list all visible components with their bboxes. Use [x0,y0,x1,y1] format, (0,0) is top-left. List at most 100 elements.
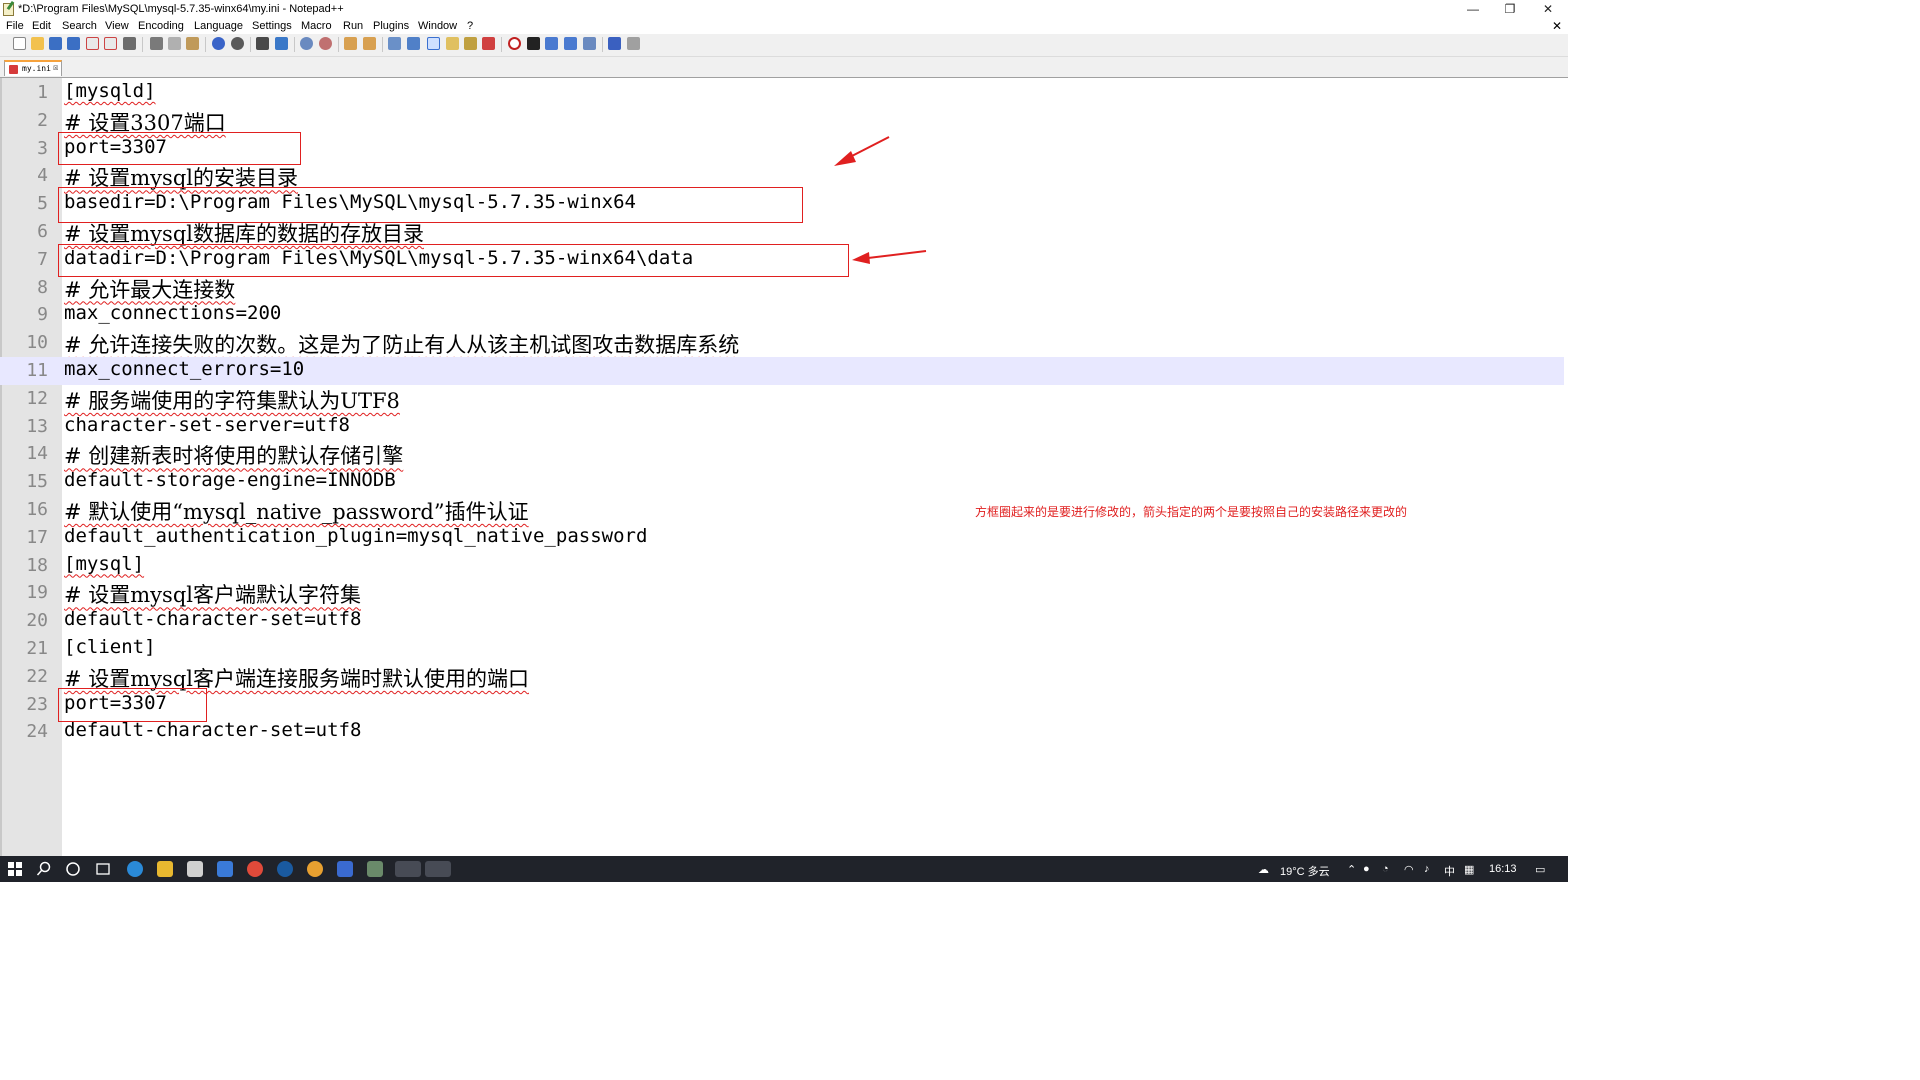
sync-horizontal-icon[interactable] [363,37,376,50]
config-text[interactable]: character-set-server=utf8 [64,414,350,436]
menu-run[interactable]: Run [343,20,363,32]
chrome-2-icon[interactable] [307,861,323,877]
store-icon[interactable] [187,861,203,877]
ime-indicator[interactable]: 中 [1444,863,1455,879]
open-file-icon[interactable] [31,37,44,50]
comment-text[interactable]: # 设置mysql客户端默认字符集 [64,579,361,609]
document-map-icon[interactable] [464,37,477,50]
code-line[interactable]: 2 # 设置3307端口 [0,107,1564,135]
comment-text[interactable]: # 允许最大连接数 [64,274,235,304]
menu-file[interactable]: File [6,20,24,32]
app-icon[interactable] [337,861,353,877]
menu-edit[interactable]: Edit [32,20,51,32]
sync-vertical-icon[interactable] [344,37,357,50]
replace-icon[interactable] [275,37,288,50]
config-text[interactable]: [mysql] [64,553,144,575]
menu-help[interactable]: ? [467,20,473,32]
restore-button[interactable]: ❐ [1492,0,1528,19]
code-line[interactable]: 13 character-set-server=utf8 [0,413,1564,441]
code-line[interactable]: 17 default_authentication_plugin=mysql_na… [0,524,1564,552]
find-icon[interactable] [256,37,269,50]
wifi-icon[interactable]: ◔ [1382,863,1389,875]
save-macro-icon[interactable] [583,37,596,50]
code-line[interactable]: 10 # 允许连接失败的次数。这是为了防止有人从该主机试图攻击数据库系统 [0,329,1564,357]
config-text[interactable]: default-character-set=utf8 [64,608,361,630]
comment-text[interactable]: # 允许连接失败的次数。这是为了防止有人从该主机试图攻击数据库系统 [64,329,739,359]
code-line[interactable]: 1 [mysqld] [0,79,1564,107]
playback-macro-icon[interactable] [545,37,558,50]
print-icon[interactable] [123,37,136,50]
new-file-icon[interactable] [13,37,26,50]
paste-icon[interactable] [186,37,199,50]
menu-macro[interactable]: Macro [301,20,332,32]
image-app-icon[interactable] [395,861,421,877]
copy-icon[interactable] [168,37,181,50]
file-explorer-icon[interactable] [157,861,173,877]
function-list-icon[interactable] [482,37,495,50]
keyboard-icon[interactable]: ▦ [1464,863,1474,876]
config-text[interactable]: [mysqld] [64,80,156,102]
chrome-icon[interactable] [247,861,263,877]
zoom-out-icon[interactable] [319,37,332,50]
config-text[interactable]: [client] [64,636,156,658]
minimize-button[interactable]: — [1455,0,1491,19]
config-text[interactable]: max_connections=200 [64,302,281,324]
steam-icon[interactable] [277,861,293,877]
code-line[interactable]: 12 # 服务端使用的字符集默认为UTF8 [0,385,1564,413]
save-all-icon[interactable] [67,37,80,50]
weather-text[interactable]: 19°C 多云 [1280,863,1330,879]
clock[interactable]: 16:13 [1489,863,1517,875]
menu-settings[interactable]: Settings [252,20,292,32]
mail-icon[interactable] [217,861,233,877]
code-line[interactable]: 21 [client] [0,635,1564,663]
word-wrap-icon[interactable] [388,37,401,50]
config-text[interactable]: default_authentication_plugin=mysql_nati… [64,525,647,547]
windows-start-icon[interactable] [7,861,23,877]
menu-search[interactable]: Search [62,20,97,32]
tab-my-ini[interactable]: my.ini ☒ [4,60,62,76]
record-macro-icon[interactable] [508,37,521,50]
notifications-icon[interactable]: ▭ [1535,863,1545,876]
cortana-icon[interactable] [65,861,81,877]
volume-icon[interactable]: ♪ [1424,863,1430,875]
code-line[interactable]: 24 default-character-set=utf8 [0,718,1564,746]
stop-recording-icon[interactable] [527,37,540,50]
spell-check-icon[interactable] [608,37,621,50]
cut-icon[interactable] [150,37,163,50]
config-text[interactable]: default-character-set=utf8 [64,719,361,741]
menu-view[interactable]: View [105,20,129,32]
comment-text[interactable]: # 默认使用“mysql_native_password”插件认证 [64,496,529,526]
comment-text[interactable]: # 创建新表时将使用的默认存储引擎 [64,440,403,470]
code-line[interactable]: 23 port=3307 [0,691,1564,719]
code-line[interactable]: 18 [mysql] [0,552,1564,580]
indent-guide-icon[interactable] [427,37,440,50]
code-line[interactable]: 14 # 创建新表时将使用的默认存储引擎 [0,440,1564,468]
qq-icon[interactable]: ● [1363,863,1370,875]
save-icon[interactable] [49,37,62,50]
close-all-icon[interactable] [104,37,117,50]
search-icon[interactable] [36,861,52,877]
close-document-icon[interactable]: ✕ [1552,19,1562,33]
edge-browser-icon[interactable] [127,861,143,877]
close-button[interactable]: ✕ [1530,0,1566,19]
spell-check-settings-icon[interactable] [627,37,640,50]
code-line[interactable]: 20 default-character-set=utf8 [0,607,1564,635]
code-line[interactable]: 11 max_connect_errors=10 [0,357,1564,385]
virtual-machine-icon[interactable] [367,861,383,877]
code-line[interactable]: 22 # 设置mysql客户端连接服务端时默认使用的端口 [0,663,1564,691]
zoom-in-icon[interactable] [300,37,313,50]
language-define-icon[interactable] [446,37,459,50]
config-text[interactable]: default-storage-engine=INNODB [64,469,396,491]
task-view-icon[interactable] [95,861,111,877]
show-hidden-icons-icon[interactable]: ⌃ [1347,863,1356,876]
undo-icon[interactable] [212,37,225,50]
code-line[interactable]: 15 default-storage-engine=INNODB [0,468,1564,496]
run-macro-multiple-icon[interactable] [564,37,577,50]
code-line[interactable]: 19 # 设置mysql客户端默认字符集 [0,579,1564,607]
menu-plugins[interactable]: Plugins [373,20,409,32]
menu-language[interactable]: Language [194,20,243,32]
network-icon[interactable]: ◠ [1404,863,1414,876]
config-text[interactable]: max_connect_errors=10 [64,358,304,380]
code-line[interactable]: 9 max_connections=200 [0,301,1564,329]
menu-encoding[interactable]: Encoding [138,20,184,32]
